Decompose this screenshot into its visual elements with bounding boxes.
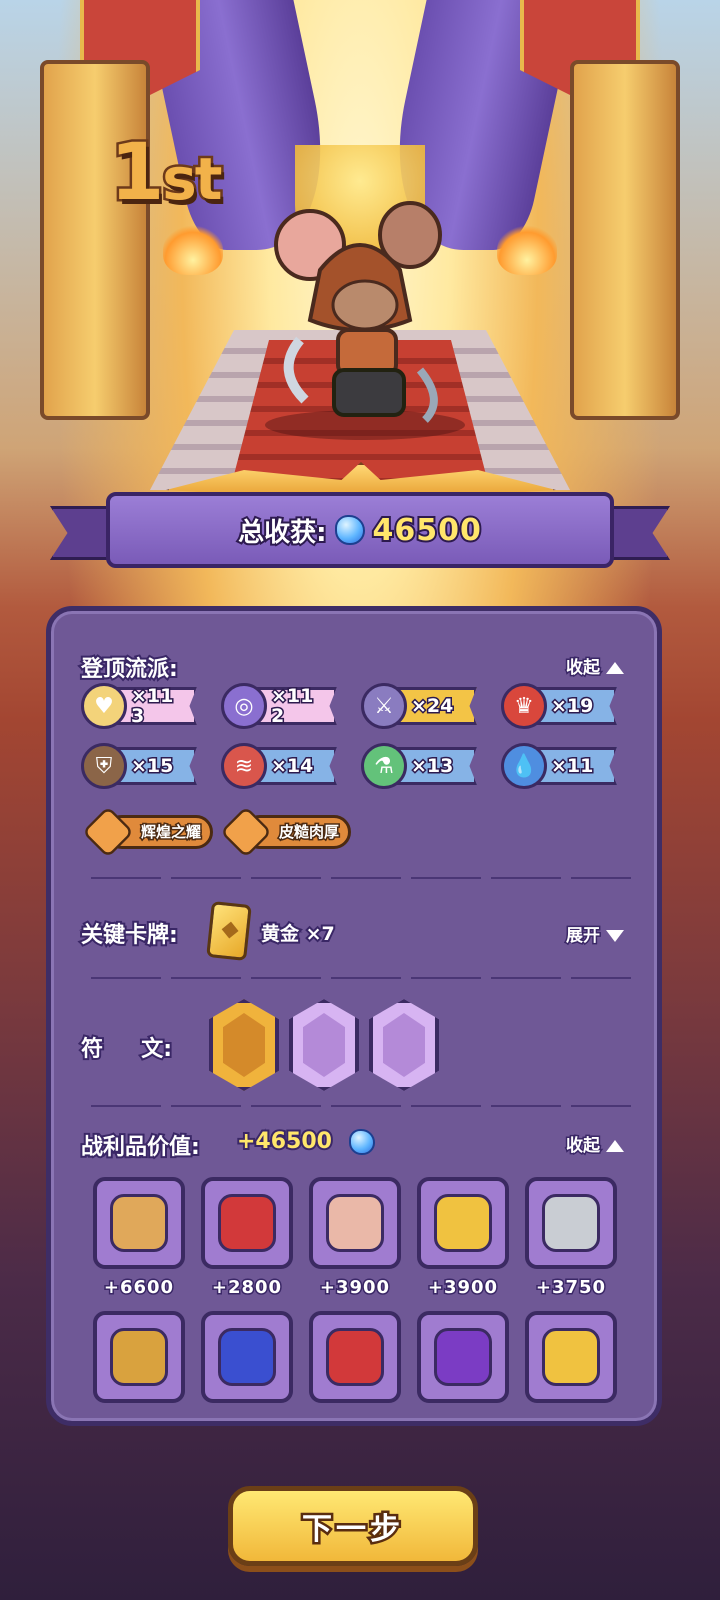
- loot-total-value: +46500: [235, 1127, 334, 1156]
- rune-slot[interactable]: [369, 999, 439, 1091]
- total-harvest-value: 46500: [371, 511, 483, 550]
- gem-icon: [349, 1129, 375, 1155]
- loot-item[interactable]: [201, 1311, 293, 1403]
- key-cards-expand-toggle[interactable]: 展开: [565, 921, 624, 948]
- loot-value: +3900: [318, 1276, 391, 1300]
- triangle-down-icon: [606, 930, 624, 942]
- trait-label: 皮糙肉厚: [277, 822, 340, 843]
- build-tag[interactable]: ♛ ×19: [501, 683, 619, 729]
- sun-swirl-icon: [81, 805, 135, 859]
- loot-value: +3750: [534, 1276, 607, 1300]
- total-harvest-label: 总收获:: [236, 516, 328, 550]
- build-tag-count: ×24: [410, 695, 455, 718]
- loot-item[interactable]: [93, 1311, 185, 1403]
- loot-item[interactable]: [309, 1177, 401, 1269]
- key-card-count: 黄金 ×7: [259, 921, 337, 947]
- loot-item[interactable]: [309, 1311, 401, 1403]
- gem-icon: [334, 515, 365, 545]
- loot-item[interactable]: [417, 1177, 509, 1269]
- scroll-rune-icon: [223, 1013, 265, 1077]
- red-envelope-icon: [326, 1328, 384, 1386]
- total-harvest-banner: 总收获: 46500: [50, 462, 670, 568]
- candy-icon: [434, 1328, 492, 1386]
- build-tag-count: ×11: [550, 755, 595, 778]
- sun-swirl-icon: [219, 805, 273, 859]
- torch-flame-left: [163, 225, 223, 275]
- trait-label: 辉煌之耀: [139, 822, 202, 843]
- loot-value: +2800: [210, 1276, 283, 1300]
- claw-icon: ≋: [221, 743, 267, 789]
- gold-card-icon: [206, 901, 252, 961]
- key-icon: [542, 1194, 600, 1252]
- loot-item[interactable]: [93, 1177, 185, 1269]
- shield-icon: ⛨: [81, 743, 127, 789]
- teddy-bear-icon: [110, 1194, 168, 1252]
- build-tag[interactable]: ⚔ ×24: [361, 683, 479, 729]
- gift-letter-icon: [326, 1194, 384, 1252]
- tool-rune-icon: [383, 1013, 425, 1077]
- build-tag[interactable]: ⛨ ×15: [81, 743, 199, 789]
- triangle-up-icon: [606, 662, 624, 674]
- vip-ticket-icon: [434, 1194, 492, 1252]
- divider: [91, 977, 631, 979]
- vip-ticket-icon: [542, 1328, 600, 1386]
- crown-icon: ♛: [501, 683, 547, 729]
- rune-slot[interactable]: [289, 999, 359, 1091]
- triangle-up-icon: [606, 1140, 624, 1152]
- divider: [91, 1105, 631, 1107]
- red-envelope-icon: [218, 1194, 276, 1252]
- sapphire-icon: [218, 1328, 276, 1386]
- build-tag-count: ×11 2: [270, 685, 315, 728]
- torch-flame-right: [497, 225, 557, 275]
- loot-item[interactable]: [525, 1311, 617, 1403]
- loot-item[interactable]: [417, 1311, 509, 1403]
- key-cards-title: 关键卡牌:: [79, 921, 180, 950]
- loot-value: +3900: [426, 1276, 499, 1300]
- loot-item[interactable]: [525, 1177, 617, 1269]
- orbit-icon: ◎: [221, 683, 267, 729]
- potion-icon: ⚗: [361, 743, 407, 789]
- result-panel[interactable]: 登顶流派: 收起 ♥ ×11 3 ◎ ×11 2 ⚔ ×24 ♛ ×19 ⛨ ×15 ≋ ×14 ⚗ ×1…: [46, 606, 662, 1426]
- build-title: 登顶流派:: [79, 655, 180, 684]
- build-tag[interactable]: 💧 ×11: [501, 743, 619, 789]
- padlock-icon: [110, 1328, 168, 1386]
- divider: [91, 877, 631, 879]
- rune-slot[interactable]: [209, 999, 279, 1091]
- build-tag-count: ×13: [410, 755, 455, 778]
- build-tag[interactable]: ⚗ ×13: [361, 743, 479, 789]
- mouse-character: [274, 201, 442, 423]
- loot-collapse-toggle[interactable]: 收起: [565, 1131, 624, 1158]
- next-step-button[interactable]: 下一步: [228, 1486, 478, 1566]
- build-tag-count: ×15: [130, 755, 175, 778]
- build-collapse-toggle[interactable]: 收起: [565, 653, 624, 680]
- rank-label: 1st: [107, 126, 225, 221]
- total-harvest-body: 总收获: 46500: [106, 492, 614, 568]
- trait-badge[interactable]: 皮糙肉厚: [219, 805, 353, 859]
- loot-value: +6600: [102, 1276, 175, 1300]
- build-tag[interactable]: ◎ ×11 2: [221, 683, 339, 729]
- gift-rune-icon: [303, 1013, 345, 1077]
- build-tag[interactable]: ♥ ×11 3: [81, 683, 199, 729]
- trait-badge[interactable]: 辉煌之耀: [81, 805, 215, 859]
- pillar-left: [40, 60, 150, 420]
- loot-title: 战利品价值:: [79, 1133, 202, 1162]
- build-tag-count: ×11 3: [130, 685, 175, 728]
- loot-item[interactable]: [201, 1177, 293, 1269]
- pillar-right: [570, 60, 680, 420]
- water-drop-icon: 💧: [501, 743, 547, 789]
- runes-title: 符 文:: [79, 1035, 174, 1064]
- sword-icon: ⚔: [361, 683, 407, 729]
- build-tag-count: ×14: [270, 755, 315, 778]
- build-tag-count: ×19: [550, 695, 595, 718]
- heart-icon: ♥: [81, 683, 127, 729]
- build-tag[interactable]: ≋ ×14: [221, 743, 339, 789]
